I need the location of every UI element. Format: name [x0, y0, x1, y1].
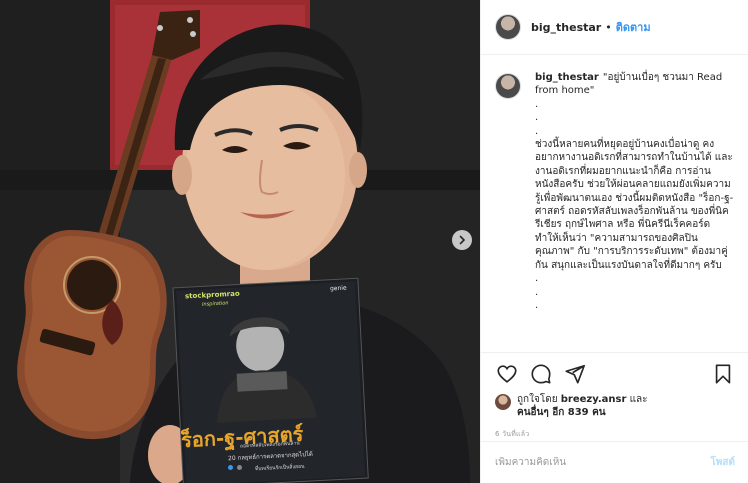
heart-icon — [497, 365, 517, 383]
likes-summary: ถูกใจโดย breezy.ansr และ คนอื่นๆ อีก 839… — [495, 393, 735, 419]
caption-dot: . — [535, 112, 539, 124]
caption-dot: . — [535, 125, 539, 137]
caption-dot: . — [535, 273, 539, 285]
likes-prefix: ถูกใจโดย — [517, 394, 558, 405]
bookmark-icon — [715, 364, 731, 384]
action-icons — [495, 359, 735, 389]
photo-scene — [0, 0, 480, 483]
likes-text: ถูกใจโดย breezy.ansr และ คนอื่นๆ อีก 839… — [517, 393, 648, 419]
comment-button[interactable] — [529, 362, 553, 386]
carousel-dot — [237, 465, 242, 470]
header-username[interactable]: big_thestar — [531, 21, 601, 34]
post-header: big_thestar • ติดตาม — [481, 0, 748, 55]
caption-dot: . — [535, 286, 539, 298]
separator: • — [605, 20, 612, 34]
caption-dot: . — [535, 299, 539, 311]
caption-avatar[interactable] — [495, 73, 521, 99]
chevron-right-icon — [459, 235, 466, 245]
caption-dot: . — [535, 98, 539, 110]
liker-avatar[interactable] — [495, 394, 511, 410]
comment-icon — [531, 364, 551, 384]
caption-text: ช่วงนี้หลายคนที่หยุดอยู่บ้านคงเบื่อน่าดู… — [535, 139, 734, 271]
follow-button[interactable]: ติดตาม — [616, 18, 651, 36]
post-panel: big_thestar • ติดตาม big_thestar "อยู่บ้า… — [480, 0, 748, 483]
book-publisher: genie — [329, 284, 347, 293]
comment-input[interactable] — [495, 457, 711, 468]
save-button[interactable] — [711, 362, 735, 386]
share-icon — [565, 364, 585, 384]
carousel-next-button[interactable] — [452, 230, 472, 250]
like-button[interactable] — [495, 362, 519, 386]
likes-others[interactable]: คนอื่นๆ อีก 839 คน — [517, 407, 606, 418]
comment-box: โพสต์ — [481, 441, 748, 483]
caption-username[interactable]: big_thestar — [535, 72, 599, 83]
instagram-post: stockpromrao Inspiration genie ร็อก-ฐ-ศา… — [0, 0, 748, 483]
liker-username[interactable]: breezy.ansr — [561, 394, 627, 405]
caption-body: big_thestar "อยู่บ้านเบื่อๆ ชวนมา Read fr… — [535, 71, 734, 352]
post-comment-button[interactable]: โพสต์ — [710, 455, 735, 470]
likes-and: และ — [629, 394, 648, 405]
post-photo[interactable]: stockpromrao Inspiration genie ร็อก-ฐ-ศา… — [0, 0, 480, 483]
carousel-dots — [228, 465, 242, 470]
caption: big_thestar "อยู่บ้านเบื่อๆ ชวนมา Read fr… — [481, 55, 748, 352]
carousel-dot — [228, 465, 233, 470]
action-bar: ถูกใจโดย breezy.ansr และ คนอื่นๆ อีก 839… — [481, 352, 748, 440]
avatar[interactable] — [495, 14, 521, 40]
share-button[interactable] — [563, 362, 587, 386]
post-timestamp[interactable]: 6 วันที่แล้ว — [495, 429, 735, 440]
